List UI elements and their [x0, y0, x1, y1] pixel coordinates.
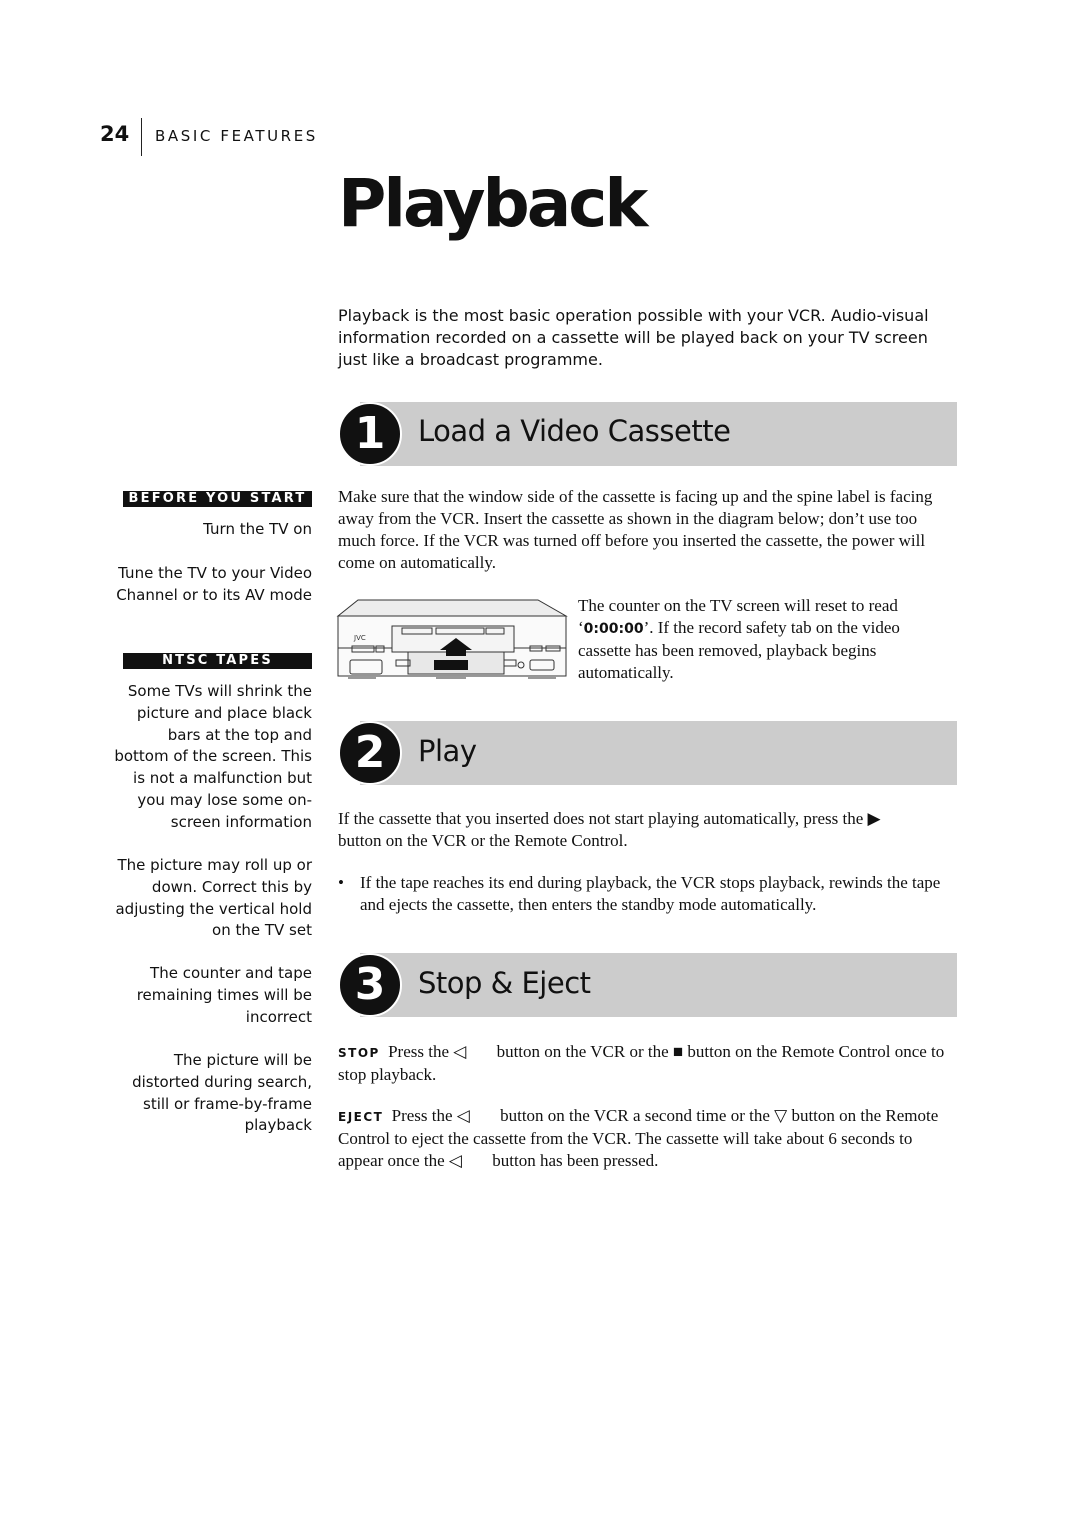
step-1-figure-caption: The counter on the TV screen will reset …: [578, 595, 956, 684]
step-3-title: Stop & Eject: [418, 966, 591, 1000]
page-title: Playback: [338, 165, 648, 242]
bullet-text: If the tape reaches its end during playb…: [360, 873, 941, 914]
stop-eject-button-icon: ◁: [453, 1042, 467, 1061]
eject-triangle-icon: ▽: [774, 1106, 788, 1125]
bullet-icon: •: [338, 873, 344, 892]
play-icon: ▶: [867, 809, 881, 828]
stop-label: STOP: [338, 1046, 380, 1060]
eject-instructions: EJECT Press the ◁ button on the VCR a se…: [338, 1105, 958, 1172]
step-number: 3: [354, 959, 386, 1010]
body-text: Press the: [391, 1106, 453, 1125]
step-number: 1: [354, 408, 386, 459]
stop-eject-button-icon: ◁: [456, 1106, 470, 1125]
sidebar-note: The counter and tape remaining times wil…: [136, 964, 312, 1026]
before-you-start-label: BEFORE YOU START: [123, 491, 312, 507]
body-text: Press the: [388, 1042, 449, 1061]
vcr-counter-display: [434, 660, 468, 670]
stop-instructions: STOP Press the ◁ button on the VCR or th…: [338, 1041, 953, 1086]
sidebar-note: The picture will be distorted during sea…: [132, 1051, 312, 1135]
step-number: 2: [354, 727, 386, 778]
header-divider: [141, 118, 142, 156]
step-1-title: Load a Video Cassette: [418, 414, 731, 448]
svg-text:JVC: JVC: [353, 634, 366, 642]
body-text: button on the VCR a second time or the: [500, 1106, 770, 1125]
counter-reading: 0:00:00: [583, 621, 644, 637]
step-2-body: If the cassette that you inserted does n…: [338, 808, 953, 852]
sidebar-note: Turn the TV on: [203, 520, 312, 538]
section-name: BASIC FEATURES: [155, 127, 318, 145]
vcr-top-panel: [336, 599, 568, 617]
page-number: 24: [100, 122, 130, 146]
sidebar-note: Some TVs will shrink the picture and pla…: [114, 682, 312, 831]
step-3-number-badge: 3: [338, 953, 402, 1017]
step-2-number-badge: 2: [338, 721, 402, 785]
eject-label: EJECT: [338, 1110, 384, 1124]
body-text: If the cassette that you inserted does n…: [338, 809, 864, 828]
step-1-number-badge: 1: [338, 402, 402, 466]
body-text: button on the VCR or the Remote Control.: [338, 831, 628, 850]
body-text: button has been pressed.: [492, 1151, 659, 1170]
intro-paragraph: Playback is the most basic operation pos…: [338, 306, 929, 369]
step-2-title: Play: [418, 734, 477, 768]
stop-eject-button-icon: ◁: [448, 1151, 462, 1170]
step-1-body: Make sure that the window side of the ca…: [338, 487, 933, 572]
sidebar-note: The picture may roll up or down. Correct…: [115, 856, 312, 940]
vcr-cassette-insert-illustration: JVC: [336, 599, 568, 679]
stop-square-icon: ■: [672, 1042, 684, 1061]
ntsc-tapes-label: NTSC TAPES: [123, 653, 312, 669]
sidebar-note: Tune the TV to your Video Channel or to …: [116, 564, 312, 604]
body-text: button on the VCR or the: [496, 1042, 669, 1061]
step-2-bullet: • If the tape reaches its end during pla…: [338, 872, 953, 916]
